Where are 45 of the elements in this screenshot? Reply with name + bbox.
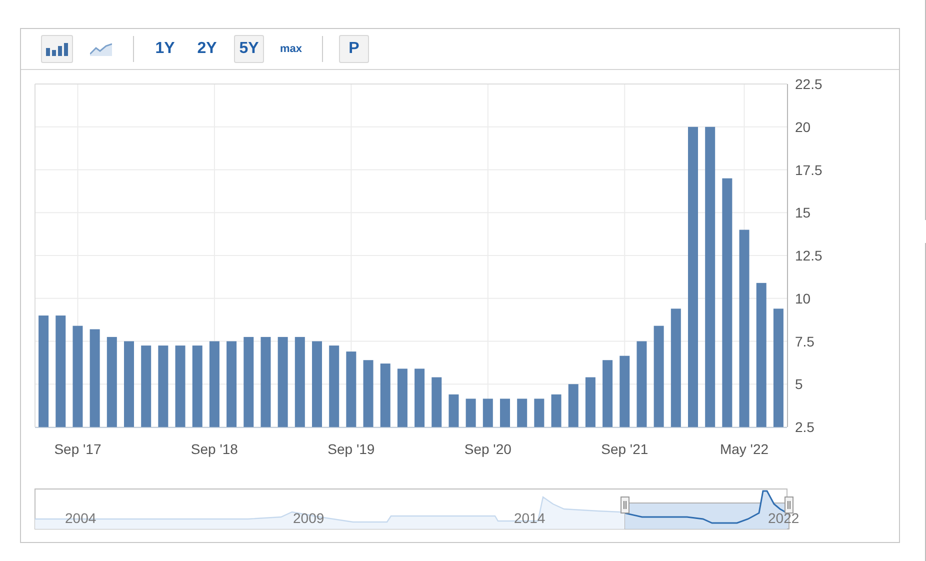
- x-tick-label: Sep '20: [464, 441, 512, 457]
- bar: [534, 398, 544, 427]
- area-chart-icon: [90, 42, 112, 56]
- y-tick-label: 5: [795, 376, 803, 392]
- year-label: 2004: [65, 510, 96, 526]
- y-tick-label: 17.5: [795, 162, 822, 178]
- y-tick-label: 15: [795, 204, 811, 221]
- y-tick-label: 7.5: [795, 333, 814, 350]
- year-label: 2009: [293, 510, 324, 526]
- range-handle[interactable]: [620, 496, 630, 514]
- x-tick-label: May '22: [720, 441, 769, 457]
- x-tick-label: Sep '19: [328, 441, 375, 457]
- year-label: 2022: [768, 510, 800, 526]
- bar: [585, 377, 596, 427]
- y-tick-label: 12.5: [795, 248, 822, 264]
- y-tick-label: 20: [795, 118, 811, 135]
- range-button[interactable]: max: [276, 35, 306, 63]
- x-tick-label: Sep '18: [190, 441, 238, 457]
- bar: [551, 394, 562, 427]
- bar: [602, 360, 613, 427]
- x-tick-label: Sep '17: [54, 441, 102, 457]
- x-tick-label: Sep '21: [601, 441, 648, 457]
- y-tick-label: 22.5: [795, 76, 822, 92]
- bar: [568, 384, 578, 427]
- bar: [620, 356, 630, 427]
- bar: [448, 394, 459, 427]
- bar: [380, 364, 390, 427]
- bar: [363, 360, 374, 427]
- y-tick-label: 2.5: [795, 419, 814, 435]
- bar: [414, 368, 425, 427]
- bar: [517, 398, 528, 427]
- bar-chart-button[interactable]: [41, 35, 73, 63]
- bar: [432, 377, 442, 427]
- bar: [482, 398, 493, 427]
- bar: [500, 398, 510, 427]
- year-label: 2014: [514, 510, 546, 526]
- range-button[interactable]: 2Y: [192, 35, 222, 63]
- bar: [466, 398, 476, 427]
- bar: [397, 368, 408, 427]
- range-button[interactable]: 1Y: [150, 35, 180, 63]
- range-button[interactable]: 5Y: [234, 35, 264, 63]
- bar-chart-icon: [46, 42, 68, 56]
- y-tick-label: 10: [795, 290, 811, 306]
- range-handle[interactable]: [784, 496, 794, 514]
- p-button[interactable]: P: [339, 35, 369, 63]
